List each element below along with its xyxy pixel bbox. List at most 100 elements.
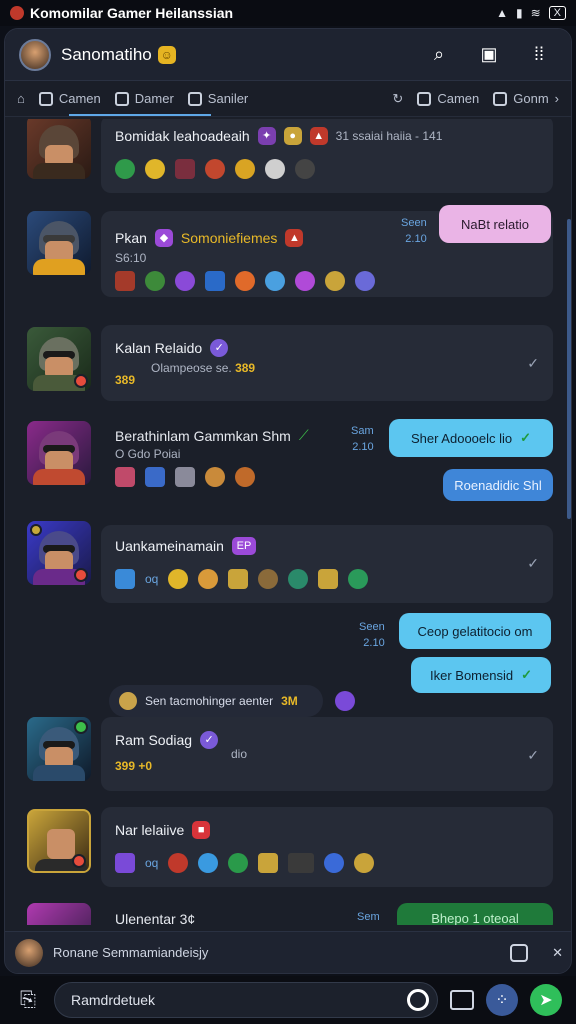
more-button[interactable]: ⁞⁞: [521, 37, 557, 73]
emote-icon: [235, 271, 255, 291]
reply-bubble[interactable]: Ceop gelatitocio om: [399, 613, 551, 649]
search-button[interactable]: ⌕: [421, 37, 457, 73]
bubble-text: Roenadidic Shl: [454, 477, 542, 493]
coin-icon: ●: [283, 127, 302, 145]
message-card[interactable]: Ram Sodiag ✓ dio 399 +0 ✓: [101, 717, 553, 791]
send-button[interactable]: ➤: [530, 984, 562, 1016]
emote-icon: [145, 271, 165, 291]
message-input-text: Ramdrdetuek: [71, 992, 156, 1008]
reply-bubble[interactable]: Bhepo 1 oteoal: [397, 903, 553, 925]
tab-bar: ⌂ Camen Damer Saniler ↻ Camen Gonm ›: [5, 81, 571, 117]
reply-bubble[interactable]: Sher Adoooelc lio ✓: [389, 419, 553, 457]
tab-camen-2[interactable]: Camen: [417, 91, 479, 106]
system-message-pill[interactable]: Sen tacmohinger aenter 3M: [109, 685, 323, 717]
shuffle-icon[interactable]: ✕: [552, 945, 563, 961]
signal-icon: ▲: [496, 6, 508, 20]
reply-bubble[interactable]: Roenadidic Shl: [443, 469, 553, 501]
tab-saniler[interactable]: Saniler: [187, 91, 248, 106]
emote-icon: [228, 853, 249, 873]
app-logo-icon: [10, 6, 24, 20]
message-title: Kalan Relaido: [115, 340, 203, 356]
home-icon: ⌂: [17, 91, 25, 106]
tab-label: Damer: [134, 91, 174, 106]
message-subtitle: dio: [231, 747, 248, 761]
emote-icon: [205, 159, 225, 179]
gallery-icon[interactable]: [450, 990, 474, 1010]
avatar[interactable]: [27, 327, 91, 391]
tab-camen[interactable]: Camen: [38, 91, 101, 106]
header-avatar[interactable]: [19, 38, 51, 71]
emote-row: [115, 271, 375, 291]
message-card[interactable]: Nar lelaiive ■ oq: [101, 807, 553, 887]
message-title: Pkan: [115, 230, 147, 246]
emote-icon: [168, 853, 189, 873]
message-subtitle: Olampeose se.: [151, 361, 232, 375]
tab-icon: [493, 91, 508, 106]
emote-icon: [168, 569, 189, 589]
apps-button[interactable]: ⁘: [486, 984, 518, 1016]
message-title-wrap: Pkan ◆ Somoniefiemes ▲: [115, 229, 304, 247]
message-meta: Seen 2.10: [359, 619, 385, 651]
emote-row: oq: [115, 853, 375, 873]
status-bar: Komomilar Gamer Heilanssian ▲ ▮ ≋ X: [0, 0, 576, 26]
reply-bubble[interactable]: Iker Bomensid ✓: [411, 657, 551, 693]
emote-icon: [258, 853, 279, 873]
emote-row: [115, 467, 255, 487]
message-title: Uankameinamain: [115, 538, 224, 554]
avatar[interactable]: [27, 211, 91, 275]
avatar[interactable]: [27, 521, 91, 585]
pin-icon: ⟋: [298, 427, 309, 443]
avatar[interactable]: [27, 717, 91, 781]
emote-icon: [205, 467, 225, 487]
composer-bar: ⎘ Ramdrdetuek ⁘ ➤: [0, 976, 576, 1024]
message-meta: Sam 2.10: [351, 423, 374, 455]
emote-icon: [258, 569, 279, 589]
online-badge: [74, 720, 88, 734]
message-card[interactable]: Bomidak leahoadeaih ✦ ● ▲ 31 ssaiai haii…: [101, 119, 553, 193]
tab-damer[interactable]: Damer: [114, 91, 174, 106]
tab-label: Camen: [58, 91, 101, 106]
tab-icon: [187, 91, 202, 106]
camera-icon[interactable]: [510, 943, 529, 962]
attach-button[interactable]: ⎘: [14, 986, 42, 1014]
avatar[interactable]: [27, 809, 91, 873]
avatar[interactable]: [27, 903, 91, 925]
attach-icon: ⎘: [20, 988, 36, 1011]
emote-text: oq: [145, 856, 159, 870]
message-feed[interactable]: Bomidak leahoadeaih ✦ ● ▲ 31 ssaiai haii…: [5, 119, 571, 925]
reply-bubble[interactable]: NaBt relatio: [439, 205, 551, 243]
quick-reply-bar[interactable]: Ronane Semmamiandeisjy ✕: [5, 931, 571, 973]
message-title-wrap: Nar lelaiive ■: [115, 821, 211, 839]
tab-label: Gonm: [513, 91, 549, 106]
search-icon: ⌕: [433, 44, 445, 64]
notification-badge: [72, 854, 86, 868]
avatar[interactable]: [27, 119, 91, 179]
message-date: 2.10: [352, 441, 374, 453]
avatar[interactable]: [27, 421, 91, 485]
emote-icon: [175, 467, 195, 487]
gem-icon: ✦: [257, 127, 276, 145]
mic-icon[interactable]: [407, 989, 429, 1011]
gold-amount: +0: [138, 759, 153, 773]
scrollbar[interactable]: [567, 219, 571, 519]
notification-badge: [74, 374, 88, 388]
message-input[interactable]: Ramdrdetuek: [54, 982, 438, 1018]
chat-title: Sanomatiho: [61, 44, 152, 64]
call-button[interactable]: ▣: [471, 37, 507, 73]
emote-icon: [288, 569, 309, 589]
message-title: Nar lelaiive: [115, 822, 185, 838]
message-subtitle-wrap: Olampeose se. 389: [151, 361, 255, 375]
active-tab-indicator: [69, 114, 211, 116]
check-icon: ✓: [527, 355, 539, 371]
message-card[interactable]: Uankameinamain EP oq ✓: [101, 525, 553, 603]
message-card[interactable]: Kalan Relaido ✓ Olampeose se. 389 389 ✓: [101, 325, 553, 401]
refresh-icon: ↻: [392, 90, 404, 106]
tab-more[interactable]: Gonm ›: [493, 91, 559, 106]
message-date: 2.10: [363, 637, 385, 649]
message-title-wrap: Ram Sodiag ✓: [115, 731, 219, 749]
tab-home[interactable]: ⌂: [17, 91, 25, 106]
avatar: [15, 938, 43, 967]
send-icon: ➤: [539, 992, 553, 1009]
tab-profile[interactable]: ↻: [392, 91, 403, 107]
emote-icon: [318, 569, 339, 589]
